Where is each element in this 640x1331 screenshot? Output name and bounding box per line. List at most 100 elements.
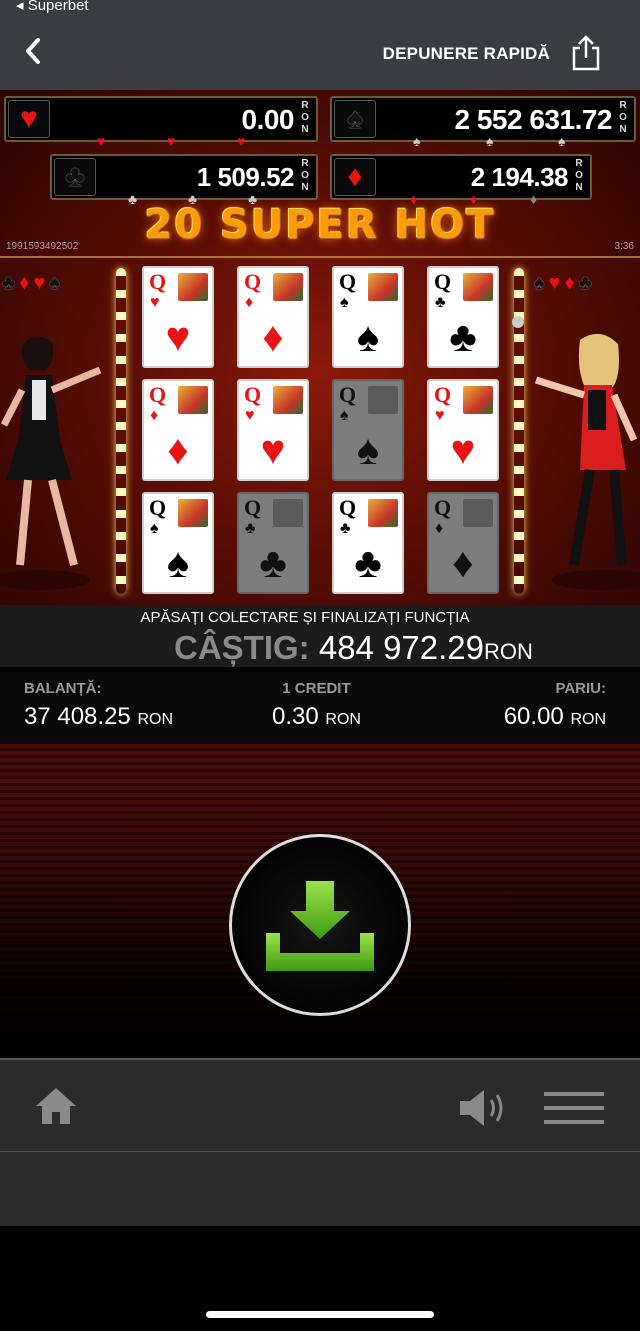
card-rank: Q: [434, 495, 452, 520]
left-hostess-image: [0, 336, 102, 590]
jackpot-spades-value: 2 552 631.72: [454, 104, 613, 135]
card-big-suit: ♦: [452, 539, 474, 586]
home-icon[interactable]: [34, 1086, 78, 1126]
chevron-left-icon[interactable]: [22, 36, 44, 66]
queen-portrait-image: [273, 273, 303, 301]
divider: [0, 256, 640, 258]
queen-portrait-image: [178, 386, 208, 414]
jackpot-spades-currency: RON: [619, 100, 627, 135]
slot-card: Q ♦ ♦: [237, 266, 309, 368]
slot-card: Q ♥ ♥: [427, 379, 499, 481]
card-small-suit: ♥: [245, 407, 255, 424]
credit-value[interactable]: 0.30 RON: [272, 703, 361, 731]
back-to-app-link[interactable]: ◂ Superbet: [16, 0, 89, 14]
speaker-icon[interactable]: [458, 1088, 508, 1128]
card-big-suit: ♣: [449, 313, 477, 360]
card-rank: Q: [339, 495, 357, 520]
card-small-suit: ♦: [150, 407, 159, 424]
queen-portrait-image: [273, 499, 303, 527]
jackpot-hearts: ♥ 0.00 RON ♥ ♥ ♥: [4, 96, 318, 148]
bet-label: PARIU:: [555, 680, 606, 697]
jackpot-diamonds: ♦ 2 194.38 RON ♦ ♦ ♦: [330, 154, 592, 206]
download-icon: [266, 881, 374, 971]
card-rank: Q: [434, 382, 452, 407]
card-big-suit: ♠: [356, 426, 380, 473]
card-big-suit: ♠: [356, 313, 380, 360]
bet-value[interactable]: 60.00 RON: [504, 703, 606, 731]
win-info-panel: APĂSAȚI COLECTARE ȘI FINALIZAȚI FUNCȚIA …: [0, 605, 640, 667]
hamburger-menu-icon[interactable]: [544, 1092, 604, 1134]
jackpot-hearts-value: 0.00: [241, 104, 295, 135]
left-suit-icons: ♣♦♥♠: [2, 272, 64, 294]
card-small-suit: ♣: [435, 294, 446, 311]
queen-portrait-image: [463, 386, 493, 414]
top-nav: DEPUNERE RAPIDĂ: [0, 14, 640, 90]
card-big-suit: ♥: [450, 426, 476, 473]
card-big-suit: ♣: [354, 539, 382, 586]
collect-hint: APĂSAȚI COLECTARE ȘI FINALIZAȚI FUNCȚIA: [140, 609, 470, 626]
queen-portrait-image: [178, 273, 208, 301]
bottom-spacer: [0, 1152, 640, 1226]
card-rank: Q: [244, 495, 262, 520]
balance-label: BALANȚĂ:: [24, 680, 102, 697]
game-logo: 20 SUPER HOT: [144, 202, 496, 248]
card-big-suit: ♥: [260, 426, 286, 473]
right-suit-icons: ♠♥♦♣: [534, 272, 596, 294]
balance-value: 37 408.25 RON: [24, 703, 174, 730]
queen-portrait-image: [273, 386, 303, 414]
bet-block: PARIU: 60.00 RON: [504, 680, 606, 731]
bottom-toolbar: [0, 1058, 640, 1152]
card-rank: Q: [339, 382, 357, 407]
quick-deposit-link[interactable]: DEPUNERE RAPIDĂ: [383, 44, 550, 64]
spade-pin-icon: ♠: [558, 133, 566, 149]
card-big-suit: ♥: [165, 313, 191, 360]
slot-card: Q ♣ ♣: [427, 266, 499, 368]
card-rank: Q: [149, 269, 167, 294]
collect-button[interactable]: [229, 834, 411, 1016]
card-big-suit: ♦: [167, 426, 189, 473]
card-rank: Q: [434, 269, 452, 294]
jackpot-clubs-value: 1 509.52: [196, 162, 295, 192]
heart-pin-icon: ♥: [97, 133, 106, 149]
queen-portrait-image: [368, 273, 398, 301]
card-small-suit: ♠: [340, 407, 349, 424]
status-bar: ◂ Superbet: [0, 0, 640, 14]
heart-icon: ♥: [8, 100, 50, 138]
card-big-suit: ♣: [259, 539, 287, 586]
balance-block: BALANȚĂ: 37 408.25 RON: [24, 680, 173, 731]
slot-card: Q ♦ ♦: [427, 492, 499, 594]
card-rank: Q: [244, 269, 262, 294]
win-label: CÂȘTIG:: [174, 629, 310, 666]
jackpot-hearts-currency: RON: [301, 100, 309, 135]
card-small-suit: ♥: [435, 407, 445, 424]
slot-card: Q ♠ ♠: [332, 266, 404, 368]
slot-card: Q ♥ ♥: [237, 379, 309, 481]
queen-portrait-image: [368, 499, 398, 527]
club-icon: ♣: [54, 158, 96, 196]
spade-icon: ♠: [334, 100, 376, 138]
slot-card: Q ♠ ♠: [142, 492, 214, 594]
slot-card: Q ♣ ♣: [332, 492, 404, 594]
jackpot-diamonds-value: 2 194.38: [470, 162, 569, 192]
card-small-suit: ♥: [150, 294, 160, 311]
jackpot-clubs-currency: RON: [301, 158, 309, 193]
diamond-icon: ♦: [334, 158, 376, 196]
slot-card: Q ♥ ♥: [142, 266, 214, 368]
card-small-suit: ♦: [245, 294, 254, 311]
queen-portrait-image: [368, 386, 398, 414]
slot-card: Q ♦ ♦: [142, 379, 214, 481]
card-big-suit: ♦: [262, 313, 284, 360]
credit-label: 1 CREDIT: [282, 680, 351, 697]
balance-bar: BALANȚĂ: 37 408.25 RON 1 CREDIT 0.30 RON…: [0, 672, 640, 744]
slot-game-area: ♥ 0.00 RON ♥ ♥ ♥ ♠ 2 552 631.72 RON ♠ ♠ ♠ ♣ …: [0, 90, 640, 605]
share-icon[interactable]: [570, 34, 602, 72]
card-rank: Q: [339, 269, 357, 294]
card-small-suit: ♣: [340, 520, 351, 537]
queen-portrait-image: [463, 499, 493, 527]
credit-block: 1 CREDIT 0.30 RON: [272, 680, 361, 731]
card-small-suit: ♦: [435, 520, 444, 537]
card-big-suit: ♠: [166, 539, 190, 586]
home-indicator[interactable]: [206, 1311, 434, 1318]
left-light-strip: [116, 268, 126, 594]
right-hostess-image: [534, 333, 640, 590]
